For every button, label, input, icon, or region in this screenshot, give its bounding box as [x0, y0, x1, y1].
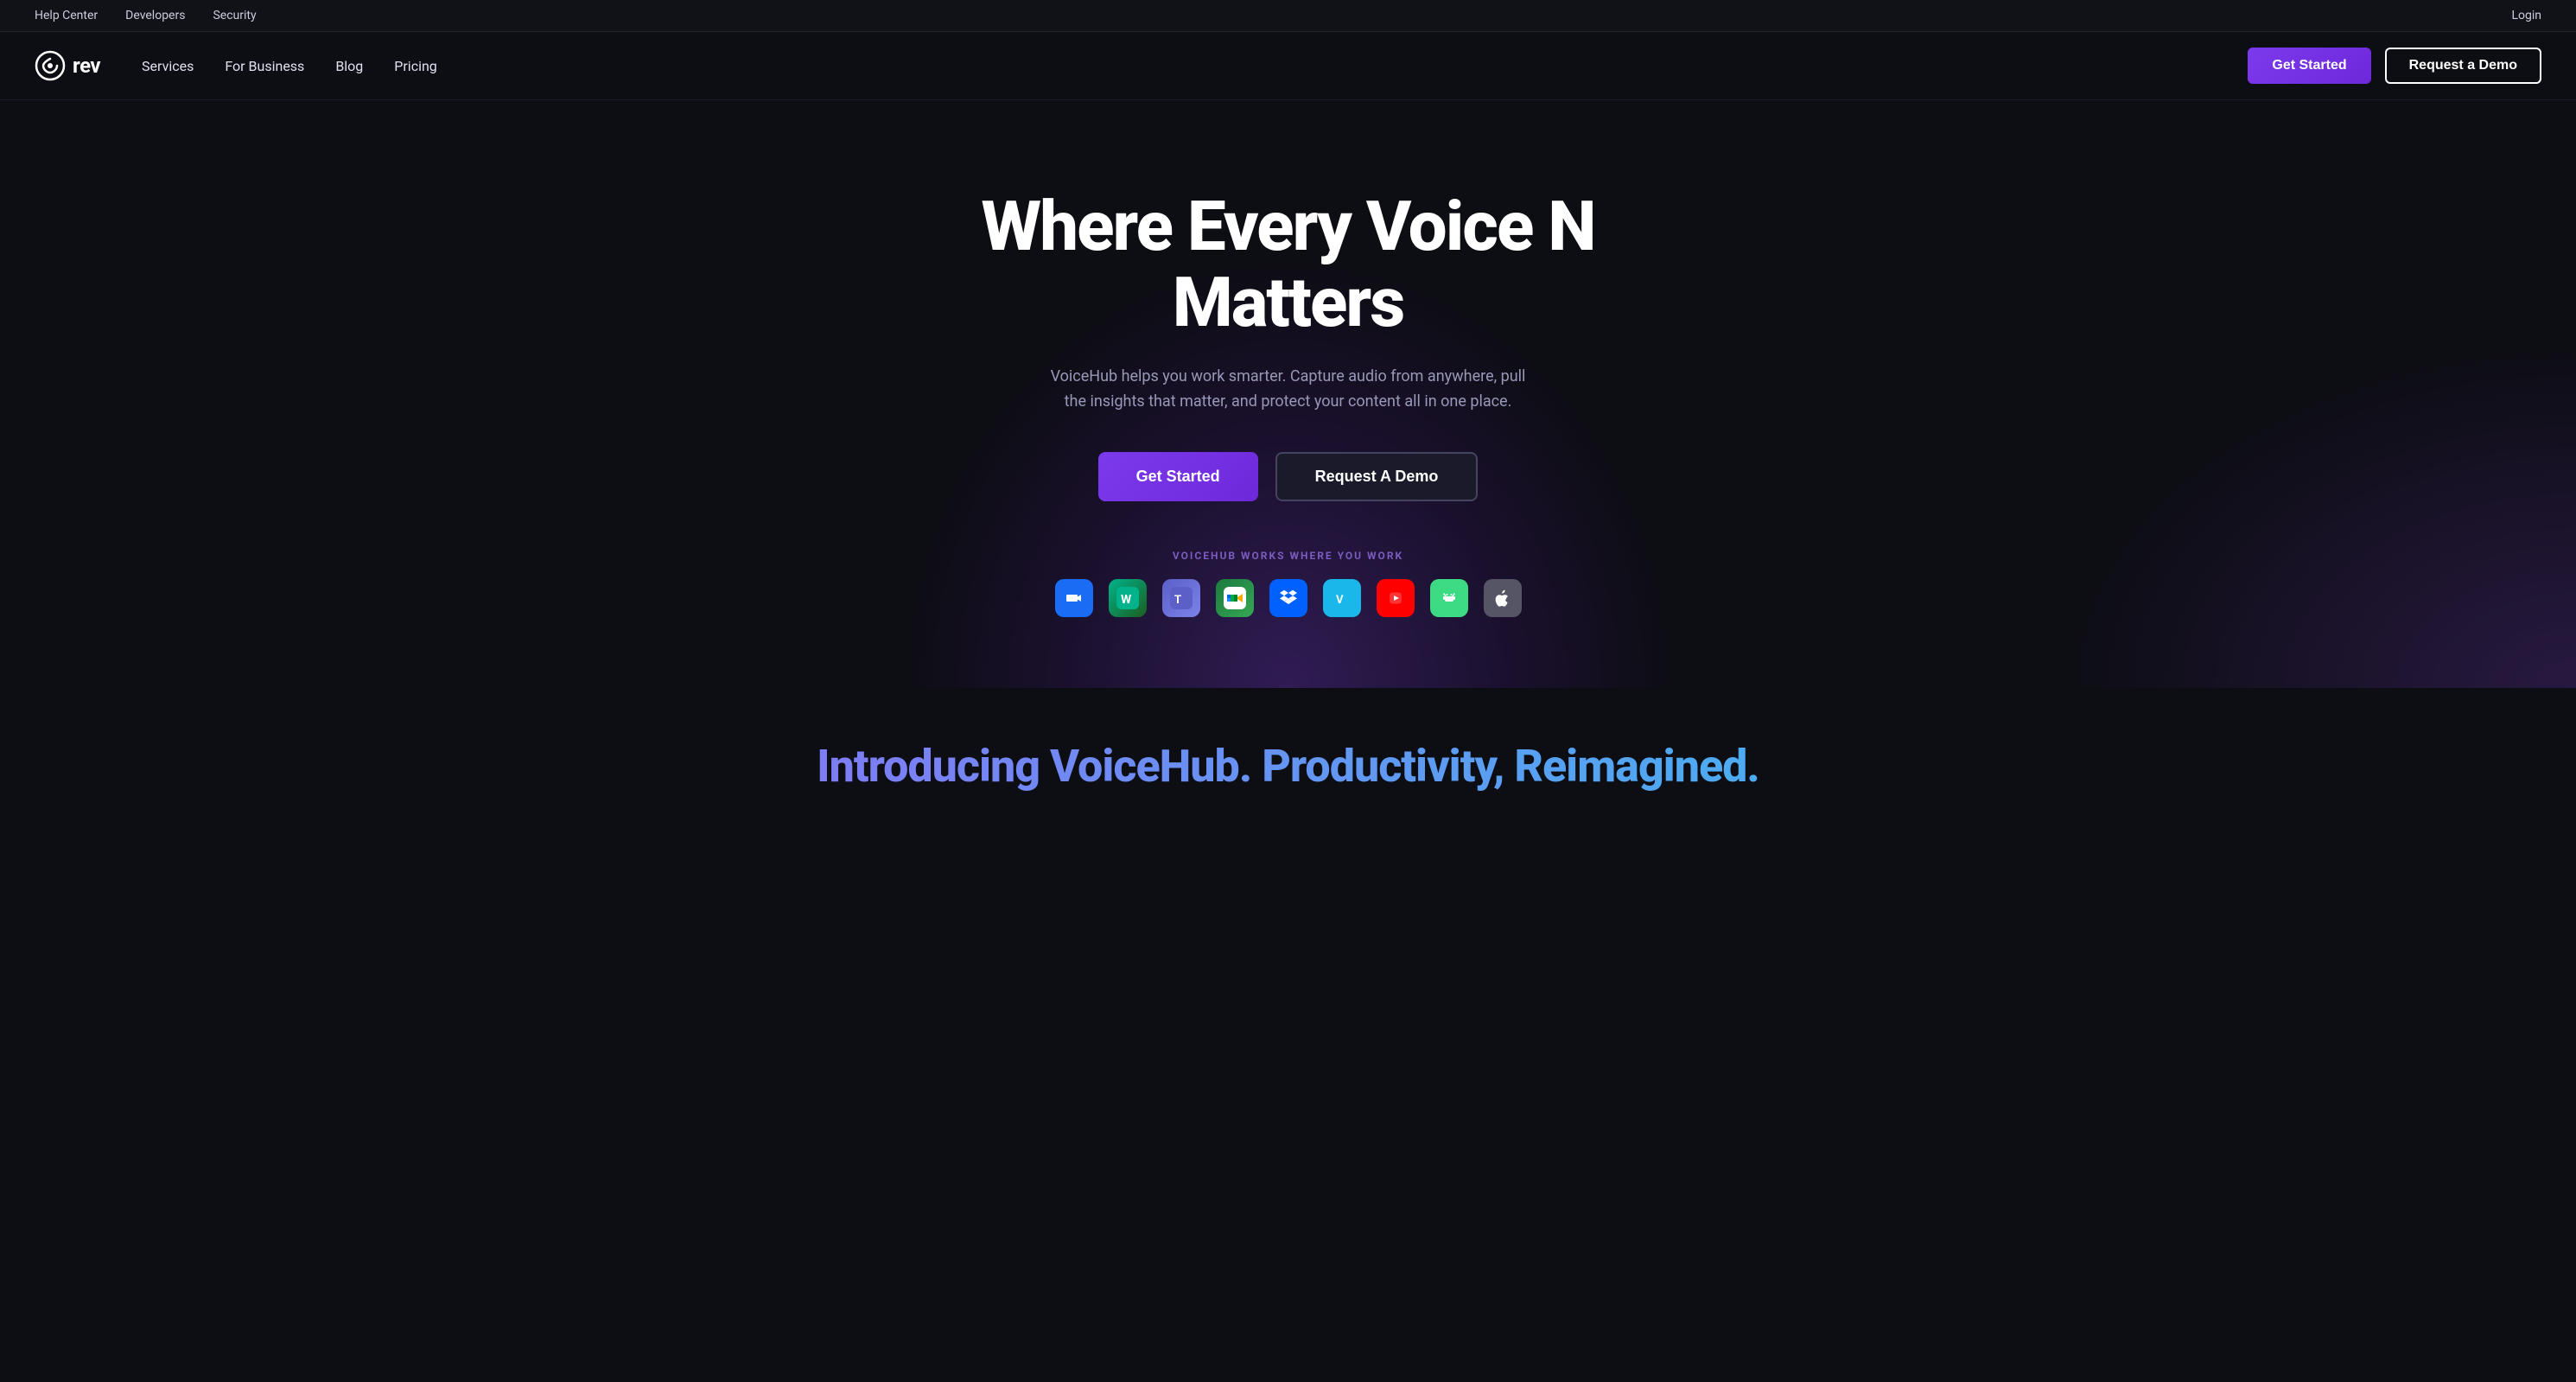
works-with-section: VOICEHUB WORKS WHERE YOU WORK W T [1055, 550, 1522, 617]
hero-buttons: Get Started Request A Demo [1098, 452, 1479, 501]
nav-right: Get Started Request a Demo [2248, 48, 2541, 84]
works-with-label: VOICEHUB WORKS WHERE YOU WORK [1173, 550, 1403, 562]
nav-left: rev Services For Business Blog Pricing [35, 50, 437, 81]
youtube-integration-icon [1377, 579, 1415, 617]
hero-get-started-button[interactable]: Get Started [1098, 452, 1258, 501]
rev-logo-icon [35, 50, 66, 81]
nav-request-demo-button[interactable]: Request a Demo [2385, 48, 2541, 84]
platform-section: Introducing VoiceHub. Productivity, Reim… [0, 688, 2576, 827]
logo[interactable]: rev [35, 50, 100, 81]
developers-link[interactable]: Developers [125, 9, 185, 22]
svg-text:V: V [1336, 594, 1344, 607]
nav-links: Services For Business Blog Pricing [142, 58, 437, 74]
nav-get-started-button[interactable]: Get Started [2248, 48, 2370, 84]
hero-subtitle: VoiceHub helps you work smarter. Capture… [1046, 365, 1530, 415]
platform-title: Introducing VoiceHub. Productivity, Reim… [35, 740, 2541, 793]
services-nav-link[interactable]: Services [142, 58, 194, 74]
teams-integration-icon: T [1162, 579, 1200, 617]
hero-request-demo-button[interactable]: Request A Demo [1275, 452, 1479, 501]
blog-nav-link[interactable]: Blog [335, 58, 363, 74]
login-link[interactable]: Login [2511, 9, 2541, 22]
logo-text: rev [73, 54, 100, 78]
top-bar-links: Help Center Developers Security [35, 9, 257, 22]
integration-icons: W T [1055, 579, 1522, 617]
svg-text:T: T [1174, 594, 1181, 607]
google-meet-integration-icon [1216, 579, 1254, 617]
security-link[interactable]: Security [213, 9, 256, 22]
zoom-integration-icon [1055, 579, 1093, 617]
for-business-nav-link[interactable]: For Business [225, 58, 304, 74]
webex-integration-icon: W [1109, 579, 1147, 617]
pricing-nav-link[interactable]: Pricing [394, 58, 437, 74]
help-center-link[interactable]: Help Center [35, 9, 98, 22]
android-integration-icon [1430, 579, 1468, 617]
svg-text:W: W [1121, 593, 1132, 607]
hero-section: Where Every Voice N Matters VoiceHub hel… [0, 100, 2576, 688]
hero-title: Where Every Voice N Matters [900, 188, 1677, 341]
top-bar: Help Center Developers Security Login [0, 0, 2576, 32]
main-nav: rev Services For Business Blog Pricing G… [0, 32, 2576, 100]
apple-integration-icon [1484, 579, 1522, 617]
vimeo-integration-icon: V [1323, 579, 1361, 617]
dropbox-integration-icon [1269, 579, 1307, 617]
